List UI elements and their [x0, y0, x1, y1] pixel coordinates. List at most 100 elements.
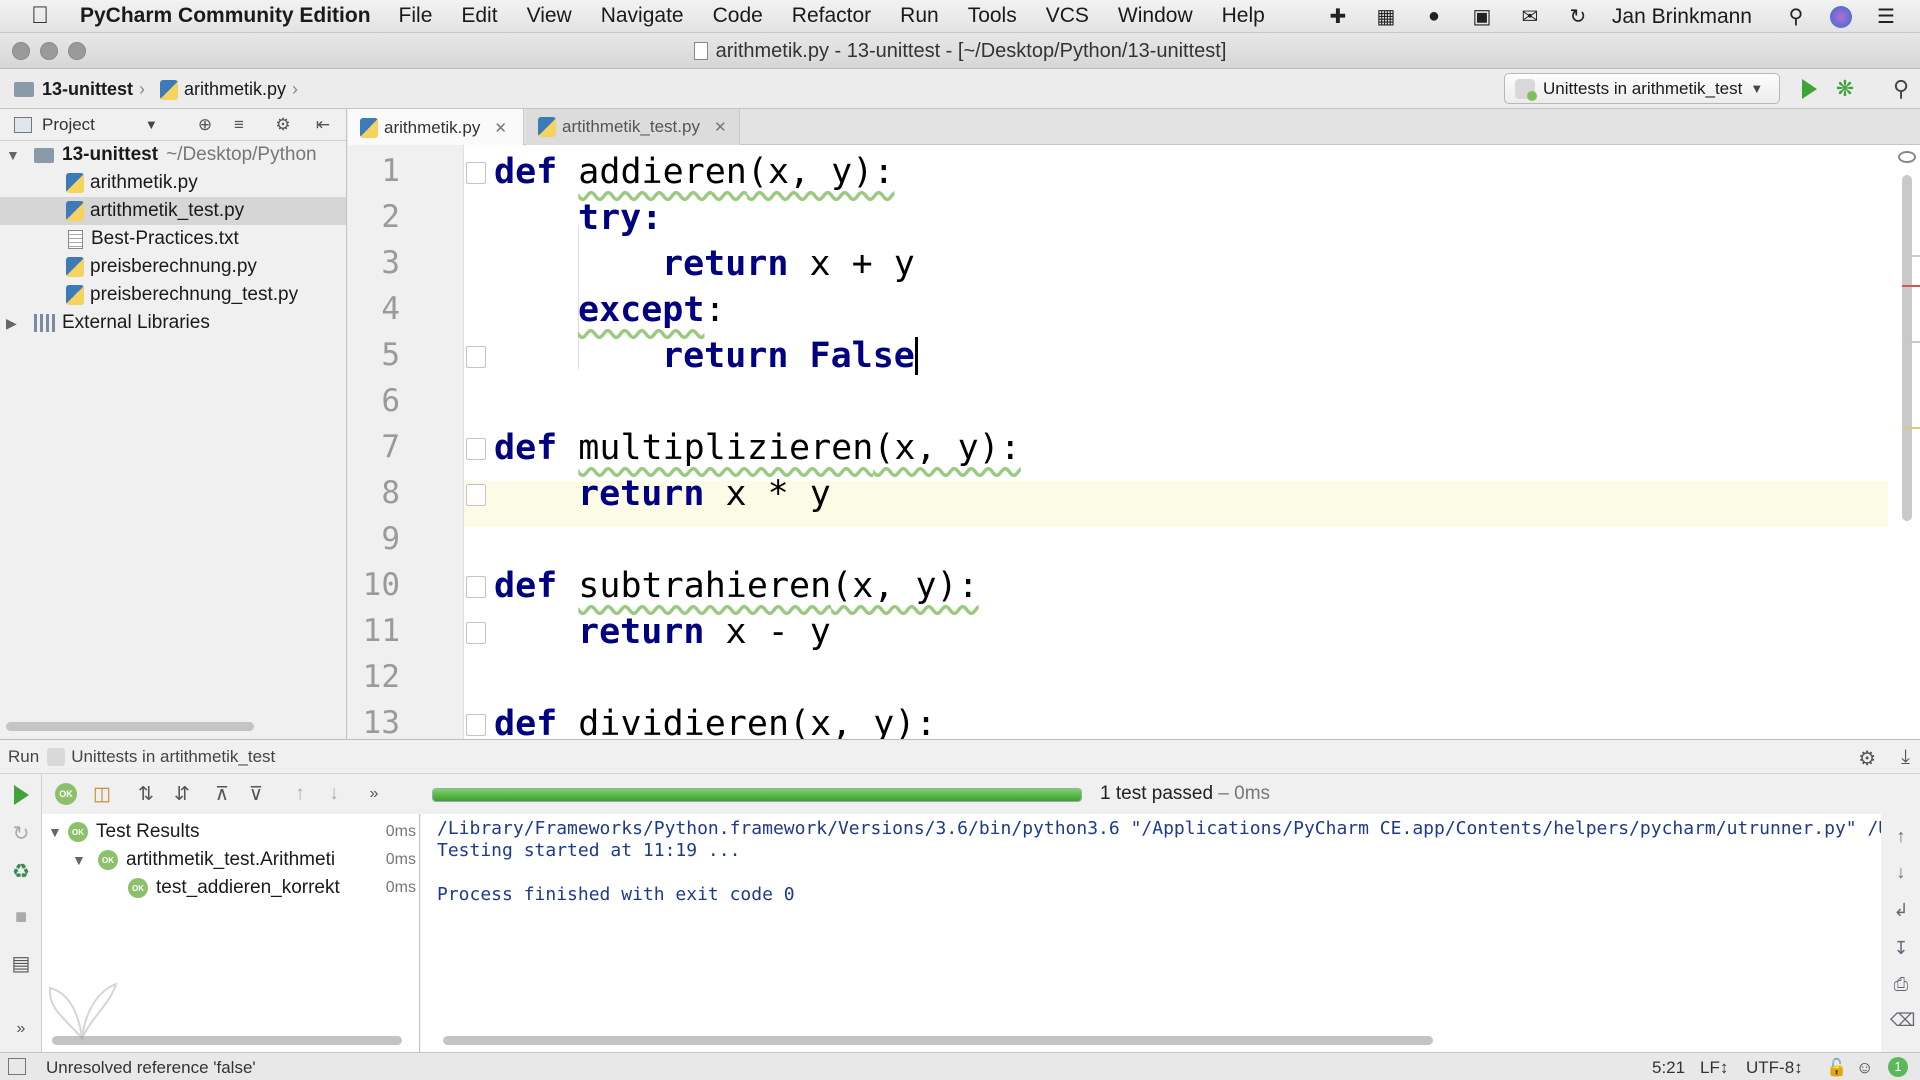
project-view-select[interactable]: Project [42, 115, 95, 135]
menu-help[interactable]: Help [1222, 4, 1265, 28]
show-passed-toggle[interactable]: OK [52, 781, 80, 807]
console-horizontal-scrollbar[interactable] [443, 1036, 1433, 1045]
hide-panel-icon[interactable]: ⤓ [1901, 746, 1910, 769]
toggle-tool-windows-icon[interactable] [8, 1058, 26, 1075]
fold-marker[interactable] [466, 484, 486, 506]
inspector-icon[interactable]: ☺ [1856, 1058, 1873, 1078]
rerun-button[interactable] [8, 782, 34, 808]
menu-navigate[interactable]: Navigate [601, 4, 684, 28]
expand-all-button[interactable]: ⊼ [208, 781, 236, 807]
close-icon[interactable]: ✕ [714, 118, 727, 136]
code-line-5[interactable]: return False [662, 333, 918, 379]
error-marker-stripe[interactable] [1902, 285, 1920, 287]
previous-test-button[interactable]: ↑ [286, 781, 314, 807]
collapse-all-button[interactable]: ⊽ [242, 781, 270, 807]
line-separator-select[interactable]: LF↕ [1700, 1058, 1728, 1078]
menu-refactor[interactable]: Refactor [792, 4, 871, 28]
tree-root-project[interactable]: ▼ 13-unittest ~/Desktop/Python [0, 141, 346, 169]
menu-user-name[interactable]: Jan Brinkmann [1612, 5, 1752, 29]
eye-icon[interactable] [1898, 151, 1916, 163]
search-everywhere-button[interactable]: ⚲ [1888, 76, 1914, 102]
tree-item-arithmetik[interactable]: arithmetik.py [0, 169, 346, 197]
code-line-4[interactable]: except: [578, 287, 726, 333]
calendar-tray-icon[interactable]: ▦ [1372, 6, 1400, 28]
scroll-from-source-icon[interactable]: ⊕ [196, 116, 214, 134]
menu-run[interactable]: Run [900, 4, 939, 28]
code-line-3[interactable]: return x + y [662, 241, 915, 287]
gear-icon[interactable]: ⚙ [1858, 746, 1876, 771]
fold-marker[interactable] [466, 576, 486, 598]
camera-icon[interactable]: ▣ [1468, 6, 1496, 28]
event-log-badge[interactable]: 1 [1888, 1057, 1908, 1077]
test-row-method[interactable]: OK test_addieren_korrekt 0ms [42, 874, 420, 902]
more-tools-button[interactable]: » [8, 1016, 34, 1042]
breadcrumb-file[interactable]: arithmetik.py › [160, 79, 298, 100]
debug-button[interactable]: ❋ [1832, 76, 1858, 102]
rerun-failed-button[interactable]: ↻ [8, 820, 34, 846]
collapse-arrow-icon[interactable]: ▶ [6, 315, 17, 332]
scroll-down-button[interactable]: ↓ [1890, 862, 1912, 884]
hide-panel-icon[interactable]: ⇤ [314, 116, 332, 134]
code-line-10[interactable]: def subtrahieren(x, y): [494, 563, 979, 609]
editor-marker-strip[interactable] [1888, 145, 1920, 739]
code-line-7[interactable]: def multiplizieren(x, y): [494, 425, 1021, 471]
code-area[interactable]: def addieren(x, y): try: return x + y ex… [348, 145, 1888, 739]
fold-marker[interactable] [466, 438, 486, 460]
chat-bubble-icon[interactable]: ✉ [1516, 6, 1544, 28]
scroll-to-end-button[interactable]: ↧ [1890, 938, 1912, 960]
tree-item-best-practices[interactable]: Best-Practices.txt [0, 225, 346, 253]
run-console-output[interactable]: /Library/Frameworks/Python.framework/Ver… [421, 814, 1881, 1053]
chevron-down-icon[interactable]: ▼ [145, 117, 158, 132]
scroll-up-button[interactable]: ↑ [1890, 826, 1912, 848]
time-machine-icon[interactable]: ↻ [1564, 6, 1592, 28]
spotlight-search-icon[interactable]: ⚲ [1782, 6, 1810, 28]
menu-vcs[interactable]: VCS [1046, 4, 1089, 28]
sort-alphabetically-button[interactable]: ⇅ [132, 781, 160, 807]
toggle-auto-test-button[interactable]: ♻ [8, 858, 34, 884]
expand-arrow-icon[interactable]: ▼ [72, 852, 86, 868]
fold-marker[interactable] [466, 346, 486, 368]
menu-edit[interactable]: Edit [461, 4, 497, 28]
expand-arrow-icon[interactable]: ▼ [48, 824, 62, 840]
stop-button[interactable]: ■ [8, 904, 34, 930]
breadcrumb-project[interactable]: 13-unittest › [14, 79, 145, 100]
test-row-results[interactable]: ▼ OK Test Results 0ms [42, 818, 420, 846]
medical-cross-icon[interactable]: ✚ [1324, 6, 1352, 28]
collapse-all-icon[interactable]: ≡ [230, 116, 248, 134]
fold-marker[interactable] [466, 714, 486, 736]
print-button[interactable]: ⎙ [1890, 974, 1912, 996]
siri-icon[interactable] [1830, 5, 1852, 28]
tree-item-preisberechnung-test[interactable]: preisberechnung_test.py [0, 281, 346, 309]
code-line-1[interactable]: def addieren(x, y): [494, 149, 894, 195]
code-line-11[interactable]: return x - y [578, 609, 831, 655]
notification-center-icon[interactable]: ☰ [1872, 6, 1900, 28]
fold-marker[interactable] [466, 162, 486, 184]
menu-view[interactable]: View [527, 4, 572, 28]
sort-by-duration-button[interactable]: ⇵ [168, 781, 196, 807]
menu-file[interactable]: File [399, 4, 433, 28]
menu-app-name[interactable]: PyCharm Community Edition [80, 4, 371, 28]
leaf-icon[interactable]: ● [1420, 5, 1448, 28]
expand-arrow-icon[interactable]: ▼ [6, 147, 20, 163]
tree-external-libraries[interactable]: ▶ External Libraries [0, 309, 346, 337]
code-line-8[interactable]: return x * y [578, 471, 831, 517]
clear-all-button[interactable]: ⌫ [1890, 1010, 1915, 1032]
soft-wrap-button[interactable]: ↲ [1890, 900, 1912, 922]
menu-code[interactable]: Code [713, 4, 763, 28]
menu-window[interactable]: Window [1118, 4, 1193, 28]
tab-arithmetik[interactable]: arithmetik.py ✕ [348, 109, 524, 146]
caret-position[interactable]: 5:21 [1652, 1058, 1685, 1078]
menu-tools[interactable]: Tools [968, 4, 1017, 28]
run-button[interactable] [1798, 78, 1820, 100]
run-tab-label[interactable]: Unittests in artithmetik_test [71, 747, 275, 767]
marker-stripe[interactable] [1902, 255, 1920, 257]
layout-button[interactable]: ▤ [8, 950, 34, 976]
close-icon[interactable]: ✕ [494, 119, 507, 137]
fold-marker[interactable] [466, 622, 486, 644]
show-ignored-toggle[interactable]: ◫ [88, 781, 116, 807]
warning-marker-stripe[interactable] [1902, 427, 1920, 429]
file-encoding-select[interactable]: UTF-8↕ [1746, 1058, 1803, 1078]
editor-vertical-scrollbar[interactable] [1902, 175, 1912, 521]
tree-item-artithmetik-test[interactable]: artithmetik_test.py [0, 197, 346, 225]
code-line-13[interactable]: def dividieren(x, y): [494, 701, 937, 739]
